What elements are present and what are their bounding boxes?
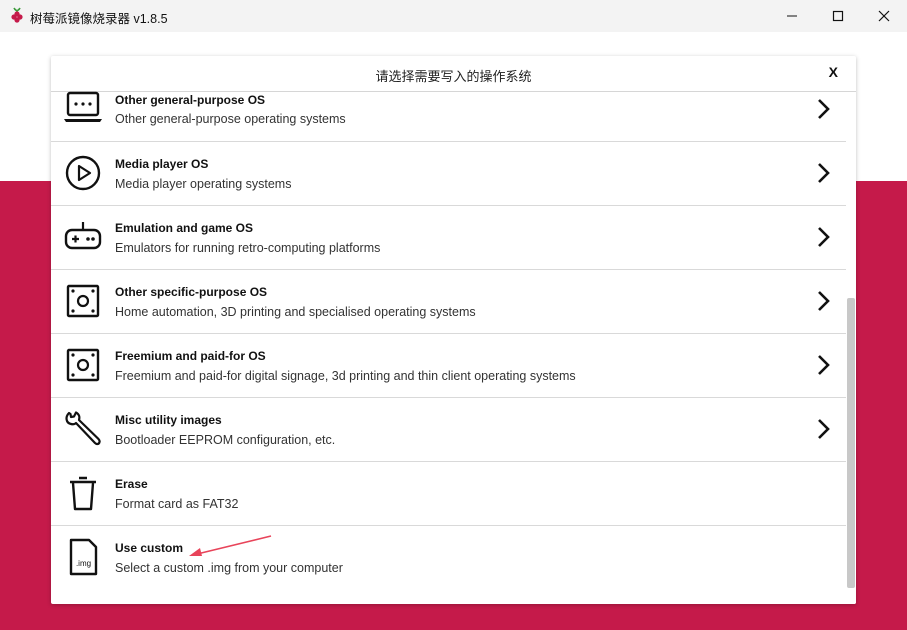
os-item-description: Emulators for running retro-computing pl… [115, 241, 381, 255]
os-item-name: Misc utility images [115, 413, 222, 427]
chevron-right-icon [818, 419, 830, 439]
minimize-icon [787, 15, 797, 17]
raspberry-icon [11, 7, 23, 23]
img-file-icon: .img [63, 537, 103, 577]
os-item-name: Media player OS [115, 157, 209, 171]
dialog-header: 请选择需要写入的操作系统 X [51, 56, 856, 92]
os-item-name: Other general-purpose OS [115, 93, 266, 107]
os-item-erase[interactable]: Erase Format card as FAT32 [51, 462, 846, 526]
play-icon [63, 153, 103, 193]
os-item-name: Freemium and paid-for OS [115, 349, 266, 363]
title-bar: 树莓派镜像烧录器 v1.8.5 [0, 0, 907, 32]
close-icon [878, 10, 890, 22]
os-item-other-general-purpose[interactable]: Other general-purpose OS Other general-p… [51, 91, 846, 142]
wrench-icon [63, 409, 103, 449]
os-item-media-player[interactable]: Media player OS Media player operating s… [51, 142, 846, 206]
os-item-name: Erase [115, 477, 148, 491]
maximize-button[interactable] [815, 0, 861, 32]
os-item-description: Bootloader EEPROM configuration, etc. [115, 433, 336, 447]
os-item-use-custom[interactable]: .img Use custom Select a custom .img fro… [51, 526, 846, 602]
os-item-emulation-game[interactable]: Emulation and game OS Emulators for runn… [51, 206, 846, 270]
chevron-right-icon [818, 291, 830, 311]
gamepad-icon [63, 217, 103, 257]
chevron-right-icon [818, 163, 830, 183]
os-select-dialog: 请选择需要写入的操作系统 X Other general-purpose OS … [51, 56, 856, 604]
laptop-icon [63, 88, 103, 128]
os-item-description: Home automation, 3D printing and special… [115, 305, 476, 319]
os-item-other-specific-purpose[interactable]: Other specific-purpose OS Home automatio… [51, 270, 846, 334]
os-item-name: Emulation and game OS [115, 221, 254, 235]
board-icon [63, 281, 103, 321]
os-item-description: Freemium and paid-for digital signage, 3… [115, 369, 576, 383]
os-item-description: Format card as FAT32 [115, 497, 239, 511]
window-close-button[interactable] [861, 0, 907, 32]
os-item-description: Media player operating systems [115, 177, 292, 191]
dialog-close-button[interactable]: X [829, 64, 838, 80]
chevron-right-icon [818, 99, 830, 119]
os-item-misc-utility[interactable]: Misc utility images Bootloader EEPROM co… [51, 398, 846, 462]
os-item-description: Other general-purpose operating systems [115, 112, 346, 126]
board-icon [63, 345, 103, 385]
os-list: Other general-purpose OS Other general-p… [51, 91, 846, 602]
minimize-button[interactable] [769, 0, 815, 32]
window-title: 树莓派镜像烧录器 v1.8.5 [30, 12, 168, 26]
maximize-icon [832, 10, 844, 22]
os-item-name: Use custom [115, 541, 184, 555]
dialog-title: 请选择需要写入的操作系统 [375, 69, 532, 84]
trash-icon [63, 473, 103, 513]
os-item-description: Select a custom .img from your computer [115, 561, 343, 575]
chevron-right-icon [818, 355, 830, 375]
scrollbar-thumb[interactable] [847, 298, 855, 588]
img-file-icon-label: .img [76, 559, 91, 568]
os-item-freemium-paid[interactable]: Freemium and paid-for OS Freemium and pa… [51, 334, 846, 398]
chevron-right-icon [818, 227, 830, 247]
os-item-name: Other specific-purpose OS [115, 285, 268, 299]
